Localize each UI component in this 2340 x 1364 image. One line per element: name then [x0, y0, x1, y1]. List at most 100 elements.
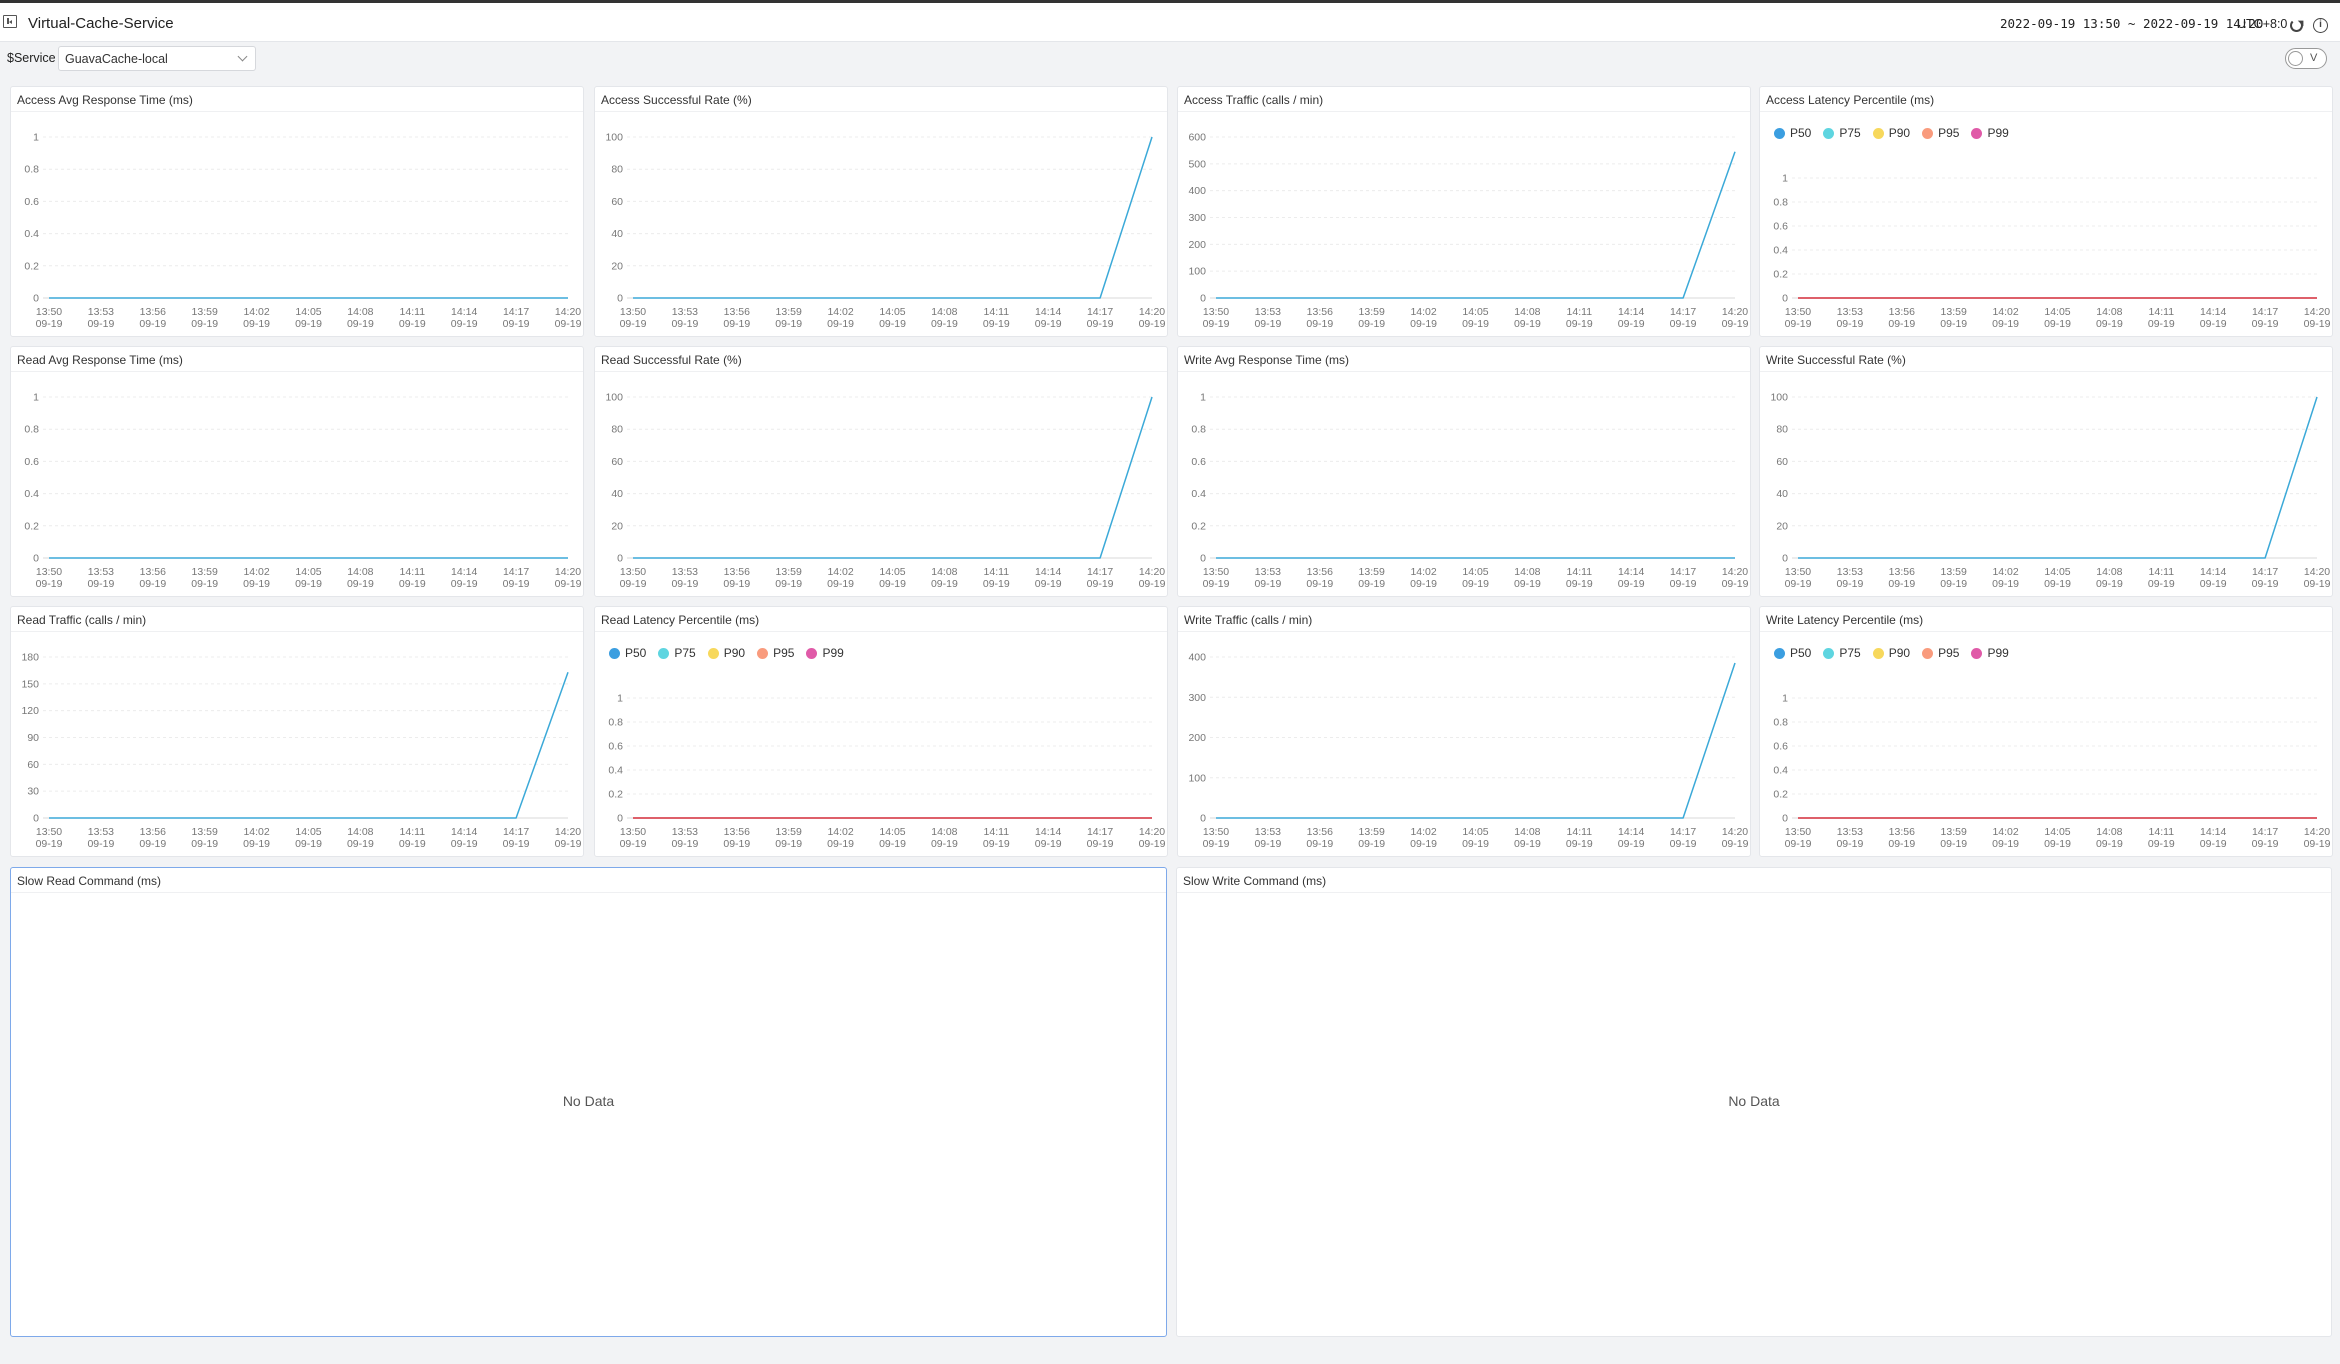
x-tick-label: 09-19: [1618, 578, 1645, 590]
x-tick-label: 09-19: [1670, 318, 1697, 330]
x-tick-label: 14:11: [400, 306, 426, 318]
view-toggle[interactable]: V: [2285, 48, 2327, 69]
panel-write-avg-response-time[interactable]: Write Avg Response Time (ms) 0 0.2 0.4 0.6 0…: [1177, 346, 1751, 597]
x-tick-label: 09-19: [139, 578, 166, 590]
panel-slow-read-command[interactable]: Slow Read Command (ms) No Data: [10, 867, 1167, 1337]
y-tick-label: 0.4: [1773, 765, 1788, 777]
x-tick-label: 14:17: [2252, 826, 2278, 838]
x-tick-label: 09-19: [243, 838, 270, 850]
x-tick-label: 09-19: [931, 578, 958, 590]
x-tick-label: 09-19: [1836, 578, 1863, 590]
panel-access-latency-percentile[interactable]: Access Latency Percentile (ms) P50 P75 P…: [1759, 86, 2333, 337]
x-tick-label: 09-19: [399, 838, 426, 850]
x-tick-label: 13:50: [36, 826, 62, 838]
chart-access-avg-response-time: 00.20.40.60.8113:5009-1913:5309-1913:560…: [24, 132, 582, 331]
chart-write-traffic: 010020030040013:5009-1913:5309-1913:5609…: [1188, 652, 1748, 851]
panel-access-avg-response-time[interactable]: Access Avg Response Time (ms) 0 0.2 0.4 0.6…: [10, 86, 584, 337]
chart-read-successful-rate: 02040608010013:5009-1913:5309-1913:5609-…: [605, 392, 1165, 591]
x-tick-label: 09-19: [555, 318, 582, 330]
x-tick-label: 14:20: [1139, 566, 1165, 578]
x-tick-label: 13:50: [1785, 826, 1811, 838]
panel-read-successful-rate[interactable]: Read Successful Rate (%) 0 20 40 60 80 100 13:…: [594, 346, 1168, 597]
y-tick-label: 80: [611, 164, 623, 176]
x-tick-label: 14:02: [1410, 826, 1436, 838]
x-tick-label: 09-19: [1410, 318, 1437, 330]
x-tick-label: 09-19: [399, 318, 426, 330]
x-tick-label: 09-19: [1410, 578, 1437, 590]
y-tick-label: 1: [1782, 693, 1788, 705]
time-range-picker[interactable]: 2022-09-19 13:50 ~ 2022-09-19 14:20: [2000, 16, 2263, 31]
x-tick-label: 09-19: [503, 578, 530, 590]
panel-access-traffic[interactable]: Access Traffic (calls / min) 0 100 200 300 4…: [1177, 86, 1751, 337]
x-tick-label: 09-19: [1254, 318, 1281, 330]
x-tick-label: 09-19: [931, 318, 958, 330]
x-tick-label: 14:17: [1670, 306, 1696, 318]
x-tick-label: 14:14: [1035, 566, 1061, 578]
x-tick-label: 09-19: [2044, 838, 2071, 850]
x-tick-label: 09-19: [2304, 578, 2331, 590]
x-tick-label: 14:05: [1462, 306, 1488, 318]
service-select[interactable]: GuavaCache-local: [58, 46, 256, 71]
x-tick-label: 09-19: [1035, 838, 1062, 850]
x-tick-label: 13:50: [620, 566, 646, 578]
x-tick-label: 13:53: [1255, 826, 1281, 838]
x-tick-label: 13:53: [88, 306, 114, 318]
x-tick-label: 13:50: [36, 566, 62, 578]
series-line: [1798, 396, 2318, 559]
y-tick-label: 100: [1188, 772, 1206, 784]
x-tick-label: 13:59: [1941, 566, 1967, 578]
toggle-label: V: [2310, 52, 2318, 64]
y-tick-label: 60: [611, 196, 623, 208]
y-tick-label: 60: [1776, 456, 1788, 468]
panel-slow-write-command[interactable]: Slow Write Command (ms) No Data: [1176, 867, 2332, 1337]
x-tick-label: 09-19: [2252, 318, 2279, 330]
panel-read-avg-response-time[interactable]: Read Avg Response Time (ms) 0 0.2 0.4 0.6 0.…: [10, 346, 584, 597]
y-tick-label: 100: [605, 132, 623, 144]
x-tick-label: 09-19: [1254, 838, 1281, 850]
x-tick-label: 09-19: [827, 318, 854, 330]
y-tick-label: 40: [1776, 488, 1788, 500]
panel-access-successful-rate[interactable]: Access Successful Rate (%) 0 20 40 60 80 100 1…: [594, 86, 1168, 337]
y-tick-label: 1: [33, 132, 39, 144]
info-icon[interactable]: i: [2313, 18, 2328, 33]
x-tick-label: 13:59: [776, 306, 802, 318]
x-tick-label: 09-19: [243, 578, 270, 590]
x-tick-label: 09-19: [1139, 838, 1166, 850]
y-tick-label: 200: [1188, 732, 1206, 744]
x-tick-label: 09-19: [347, 318, 374, 330]
panel-read-traffic[interactable]: Read Traffic (calls / min) 0 30 60 90 120 150…: [10, 606, 584, 857]
x-tick-label: 09-19: [451, 318, 478, 330]
x-tick-label: 14:17: [2252, 306, 2278, 318]
reload-icon[interactable]: [2290, 19, 2303, 32]
x-tick-label: 09-19: [503, 838, 530, 850]
x-tick-label: 09-19: [1992, 578, 2019, 590]
x-tick-label: 13:56: [140, 306, 166, 318]
x-tick-label: 13:56: [140, 566, 166, 578]
x-tick-label: 09-19: [775, 578, 802, 590]
x-tick-label: 14:02: [243, 566, 269, 578]
panel-write-traffic[interactable]: Write Traffic (calls / min) 0 100 200 300 40…: [1177, 606, 1751, 857]
panel-write-latency-percentile[interactable]: Write Latency Percentile (ms) P50 P75 P9…: [1759, 606, 2333, 857]
x-tick-label: 09-19: [1888, 838, 1915, 850]
chart-access-latency-percentile: 00.20.40.60.8113:5009-1913:5309-1913:560…: [1773, 173, 2330, 331]
x-tick-label: 09-19: [931, 838, 958, 850]
y-tick-label: 0: [33, 553, 39, 565]
x-tick-label: 09-19: [1940, 838, 1967, 850]
panel-read-latency-percentile[interactable]: Read Latency Percentile (ms) P50 P75 P90…: [594, 606, 1168, 857]
x-tick-label: 09-19: [2096, 838, 2123, 850]
sidebar-toggle-icon[interactable]: [3, 15, 17, 28]
x-tick-label: 09-19: [1410, 838, 1437, 850]
y-tick-label: 1: [1782, 173, 1788, 185]
x-tick-label: 14:02: [1410, 306, 1436, 318]
x-tick-label: 13:50: [36, 306, 62, 318]
x-tick-label: 13:56: [1889, 826, 1915, 838]
x-tick-label: 14:14: [2200, 566, 2226, 578]
x-tick-label: 14:20: [555, 826, 581, 838]
x-tick-label: 13:56: [1307, 566, 1333, 578]
x-tick-label: 14:11: [984, 566, 1010, 578]
x-tick-label: 09-19: [775, 838, 802, 850]
timezone-label: UTC+8:0: [2237, 17, 2288, 31]
y-tick-label: 100: [605, 392, 623, 404]
panel-write-successful-rate[interactable]: Write Successful Rate (%) 0 20 40 60 80 100 13…: [1759, 346, 2333, 597]
x-tick-label: 14:08: [1514, 306, 1540, 318]
